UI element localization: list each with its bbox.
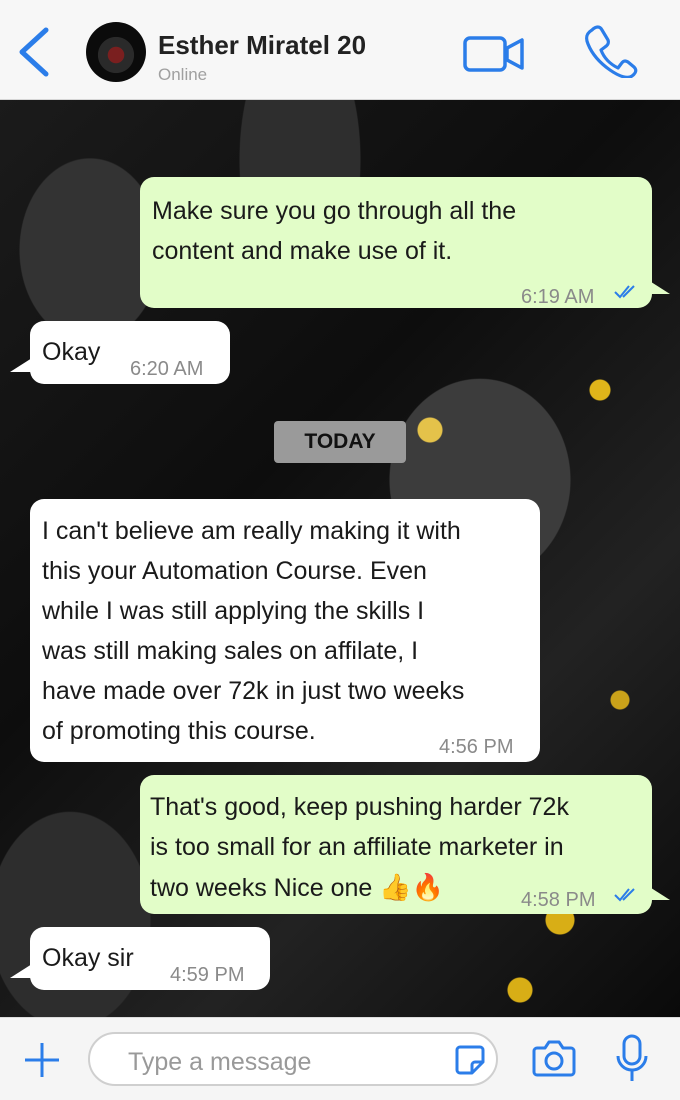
message-time: 4:56 PM — [439, 736, 514, 758]
message-text: Okay sir — [42, 944, 134, 972]
back-chevron-icon[interactable] — [14, 26, 54, 78]
message-text-line: was still making sales on affilate, I — [42, 637, 419, 665]
message-time: 4:59 PM — [170, 964, 245, 986]
read-ticks-icon — [614, 285, 635, 299]
bubble-tail — [648, 886, 670, 900]
sticker-icon[interactable] — [454, 1044, 486, 1076]
message-bubble-incoming[interactable]: I can't believe am really making it with… — [30, 499, 540, 762]
video-call-icon[interactable] — [462, 34, 526, 74]
microphone-icon[interactable] — [614, 1034, 650, 1084]
message-text: Okay — [42, 338, 101, 366]
bubble-tail — [10, 358, 32, 372]
chat-area[interactable]: Make sure you go through all the content… — [0, 100, 680, 1017]
message-text-line: content and make use of it. — [152, 237, 453, 265]
phone-call-icon[interactable] — [582, 22, 638, 78]
message-text-line: this your Automation Course. Even — [42, 557, 427, 585]
date-divider: TODAY — [274, 421, 406, 463]
message-text-line: I can't believe am really making it with — [42, 517, 461, 545]
bubble-tail — [648, 280, 670, 294]
message-text-line: That's good, keep pushing harder 72k — [150, 793, 569, 821]
contact-avatar[interactable] — [86, 22, 146, 82]
chat-header: Esther Miratel 20 Online — [0, 0, 680, 100]
message-text-line: have made over 72k in just two weeks — [42, 677, 465, 705]
message-text-line: while I was still applying the skills I — [42, 597, 425, 625]
contact-name[interactable]: Esther Miratel 20 — [158, 30, 366, 61]
message-text-line: Make sure you go through all the — [152, 197, 517, 225]
message-input[interactable]: Type a message — [88, 1032, 498, 1086]
message-input-bar: Type a message — [0, 1017, 680, 1100]
message-input-placeholder: Type a message — [128, 1048, 312, 1076]
message-time: 6:20 AM — [130, 358, 204, 380]
bubble-tail — [10, 964, 32, 978]
read-ticks-icon — [614, 888, 635, 902]
contact-status: Online — [158, 65, 208, 84]
message-bubble-outgoing[interactable]: Make sure you go through all the content… — [140, 177, 652, 308]
thumbs-up-fire-emoji: 👍🔥 — [379, 872, 445, 902]
message-bubble-incoming[interactable]: Okay sir 4:59 PM — [30, 927, 270, 990]
message-time: 4:58 PM — [521, 889, 596, 911]
camera-icon[interactable] — [532, 1038, 576, 1078]
message-text-line: is too small for an affiliate marketer i… — [150, 833, 564, 861]
plus-icon[interactable] — [22, 1040, 62, 1080]
message-time: 6:19 AM — [521, 286, 595, 308]
message-text-line: two weeks Nice one — [150, 874, 373, 902]
message-bubble-outgoing[interactable]: That's good, keep pushing harder 72k is … — [140, 775, 652, 914]
message-bubble-incoming[interactable]: Okay 6:20 AM — [30, 321, 230, 384]
